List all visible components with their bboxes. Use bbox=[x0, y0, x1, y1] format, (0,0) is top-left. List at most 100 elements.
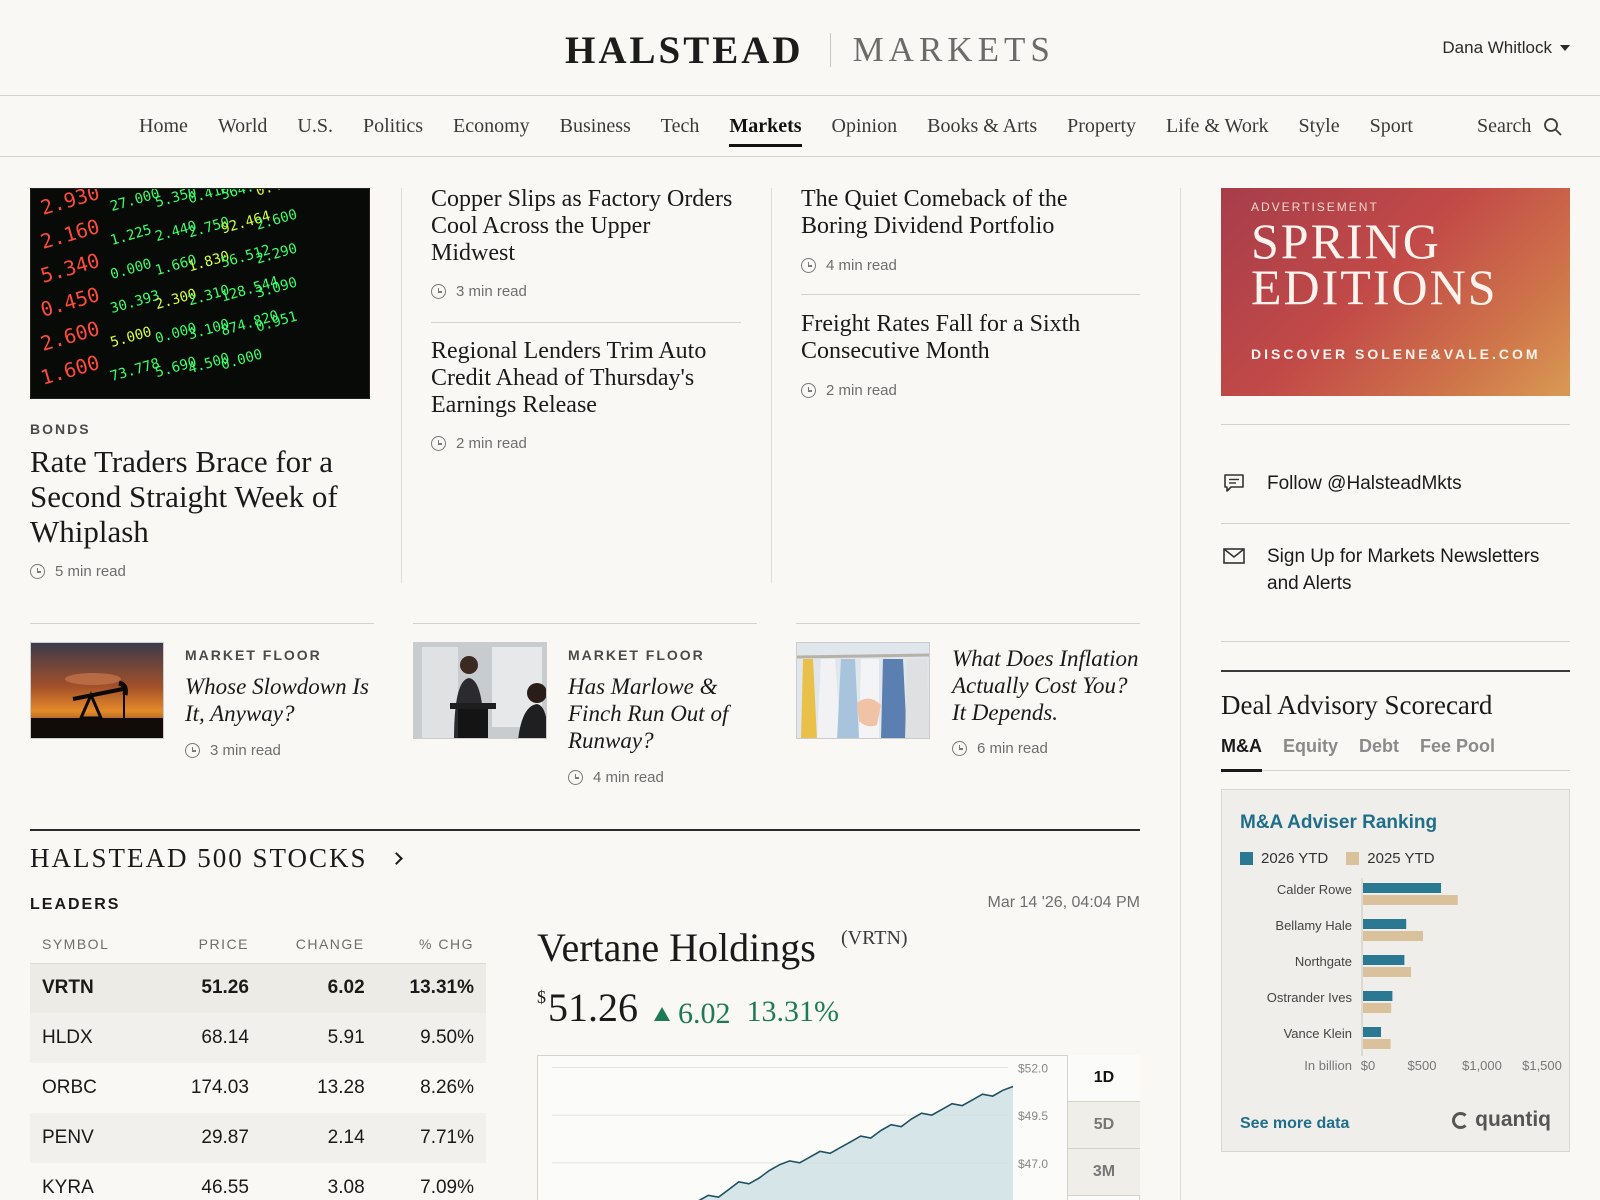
legend-item: 2025 YTD bbox=[1346, 850, 1435, 867]
nav-item-life-work[interactable]: Life & Work bbox=[1166, 96, 1268, 157]
story-read-time: 2 min read bbox=[801, 382, 897, 399]
bar-2025-ytd[interactable] bbox=[1363, 1039, 1391, 1049]
story-headline[interactable]: Freight Rates Fall for a Sixth Consecuti… bbox=[801, 311, 1136, 365]
nav-item-tech[interactable]: Tech bbox=[661, 96, 700, 157]
column-header[interactable]: PRICE bbox=[160, 925, 261, 964]
clock-icon bbox=[431, 284, 446, 299]
bar-2025-ytd[interactable] bbox=[1363, 967, 1411, 977]
tab-debt[interactable]: Debt bbox=[1359, 733, 1399, 771]
nav-item-u-s[interactable]: U.S. bbox=[297, 96, 333, 157]
bar-2026-ytd[interactable] bbox=[1363, 919, 1407, 929]
bar-2025-ytd[interactable] bbox=[1363, 931, 1423, 941]
read-time-label: 5 min read bbox=[55, 563, 126, 580]
bar-2026-ytd[interactable] bbox=[1363, 1027, 1381, 1037]
bar-2026-ytd[interactable] bbox=[1363, 991, 1393, 1001]
sidebar-divider bbox=[1180, 188, 1181, 1200]
nav-item-markets[interactable]: Markets bbox=[729, 96, 802, 157]
x-tick-label: $0 bbox=[1361, 1058, 1375, 1073]
nav-item-world[interactable]: World bbox=[218, 96, 268, 157]
story-headline[interactable]: What Does Inflation Actually Cost You? I… bbox=[952, 645, 1144, 726]
table-row[interactable]: VRTN 51.26 6.02 13.31% bbox=[30, 963, 486, 1013]
range-button-1d[interactable]: 1D bbox=[1068, 1055, 1140, 1102]
legend-item: 2026 YTD bbox=[1240, 850, 1328, 867]
hero-image-ticker-board[interactable]: 2.930 2.160 5.340 0.450 2.600 1.600 27.000 1.22… bbox=[30, 188, 370, 399]
story-thumbnail-podium[interactable] bbox=[413, 642, 547, 739]
nav-item-sport[interactable]: Sport bbox=[1370, 96, 1413, 157]
cell-symbol: ORBC bbox=[42, 1077, 97, 1098]
advertisement-banner[interactable]: ADVERTISEMENT SPRING EDITIONS DISCOVER S… bbox=[1221, 188, 1570, 396]
range-button-5d[interactable]: 5D bbox=[1068, 1102, 1140, 1149]
newsletter-link[interactable]: Sign Up for Markets Newsletters and Aler… bbox=[1221, 543, 1570, 597]
story-thumbnail-clothes-rack[interactable] bbox=[796, 642, 930, 739]
user-menu[interactable]: Dana Whitlock bbox=[1442, 38, 1570, 58]
nav-item-books-arts[interactable]: Books & Arts bbox=[927, 96, 1037, 157]
hero-kicker[interactable]: BONDS bbox=[30, 421, 91, 437]
legend-label: 2026 YTD bbox=[1261, 850, 1329, 867]
envelope-icon bbox=[1223, 548, 1245, 564]
story-headline[interactable]: Regional Lenders Trim Auto Credit Ahead … bbox=[431, 338, 741, 419]
clock-icon bbox=[801, 258, 816, 273]
ad-headline: SPRING EDITIONS bbox=[1251, 216, 1498, 312]
nav-item-home[interactable]: Home bbox=[139, 96, 188, 157]
clock-icon bbox=[801, 383, 816, 398]
chart-legend: 2026 YTD 2025 YTD bbox=[1240, 850, 1435, 867]
table-row[interactable]: ORBC 174.03 13.28 8.26% bbox=[30, 1063, 486, 1113]
tab-fee-pool[interactable]: Fee Pool bbox=[1420, 733, 1495, 771]
story-headline[interactable]: The Quiet Comeback of the Boring Dividen… bbox=[801, 186, 1136, 240]
see-more-data-link[interactable]: See more data bbox=[1240, 1115, 1349, 1133]
leaders-table: SYMBOL PRICE CHANGE % CHG VRTN 51.26 6.02 1… bbox=[30, 925, 486, 1200]
table-header-row: SYMBOL PRICE CHANGE % CHG bbox=[30, 925, 486, 964]
cell-symbol: VRTN bbox=[30, 963, 161, 1013]
nav-item-opinion[interactable]: Opinion bbox=[832, 96, 898, 157]
column-divider bbox=[771, 188, 772, 583]
tab-m-a[interactable]: M&A bbox=[1221, 733, 1262, 772]
table-row[interactable]: PENV 29.87 2.14 7.71% bbox=[30, 1113, 486, 1163]
tab-equity[interactable]: Equity bbox=[1283, 733, 1338, 771]
bar-2026-ytd[interactable] bbox=[1363, 955, 1405, 965]
read-time-label: 2 min read bbox=[456, 435, 527, 452]
quantiq-logo-icon bbox=[1452, 1111, 1470, 1129]
category-label: Vance Klein bbox=[1284, 1026, 1352, 1041]
cell-price: 174.03 bbox=[190, 1077, 249, 1098]
nav-item-business[interactable]: Business bbox=[560, 96, 631, 157]
chevron-right-icon bbox=[389, 852, 403, 865]
bar-2025-ytd[interactable] bbox=[1363, 895, 1458, 905]
story-thumbnail-oil-pump[interactable] bbox=[30, 642, 164, 739]
follow-link[interactable]: Follow @HalsteadMkts bbox=[1221, 470, 1462, 497]
bar-2026-ytd[interactable] bbox=[1363, 883, 1441, 893]
story-kicker[interactable]: MARKET FLOOR bbox=[568, 647, 705, 663]
bar-2025-ytd[interactable] bbox=[1363, 1003, 1392, 1013]
range-button-3m[interactable]: 3M bbox=[1068, 1149, 1140, 1196]
category-label: Northgate bbox=[1295, 954, 1352, 969]
chat-bubble-icon bbox=[1224, 474, 1244, 492]
hero-headline[interactable]: Rate Traders Brace for a Second Straight… bbox=[30, 444, 375, 549]
section-rule bbox=[30, 829, 1140, 831]
cell-pct: 8.26% bbox=[420, 1077, 474, 1098]
price-chart[interactable]: $52.0 $49.5 $47.0 bbox=[537, 1055, 1140, 1200]
column-header[interactable]: CHANGE bbox=[260, 925, 377, 964]
nav-item-style[interactable]: Style bbox=[1298, 96, 1339, 157]
story-kicker[interactable]: MARKET FLOOR bbox=[185, 647, 322, 663]
stocks-section-header[interactable]: HALSTEAD 500 STOCKS bbox=[30, 843, 403, 874]
story-read-time: 2 min read bbox=[431, 435, 527, 452]
row-divider bbox=[413, 623, 757, 624]
cell-pct: 7.71% bbox=[376, 1113, 486, 1163]
table-row[interactable]: KYRA 46.55 3.08 7.09% bbox=[30, 1163, 486, 1200]
nav-item-politics[interactable]: Politics bbox=[363, 96, 423, 157]
nav-item-economy[interactable]: Economy bbox=[453, 96, 530, 157]
sidebar-divider bbox=[1221, 641, 1570, 642]
brand-logo[interactable]: HALSTEAD MARKETS bbox=[565, 28, 1055, 72]
quote-company-name: Vertane Holdings bbox=[537, 925, 816, 970]
story-headline[interactable]: Has Marlowe & Finch Run Out of Runway? bbox=[568, 673, 758, 754]
nav-item-property[interactable]: Property bbox=[1067, 96, 1136, 157]
read-time-label: 3 min read bbox=[456, 283, 527, 300]
story-headline[interactable]: Copper Slips as Factory Orders Cool Acro… bbox=[431, 186, 736, 267]
caret-down-icon bbox=[1560, 45, 1570, 51]
column-header[interactable]: % CHG bbox=[376, 925, 486, 964]
search-button[interactable]: Search bbox=[1477, 96, 1563, 157]
table-row[interactable]: HLDX 68.14 5.91 9.50% bbox=[30, 1013, 486, 1063]
read-time-label: 4 min read bbox=[593, 769, 664, 786]
cell-pct: 13.31% bbox=[376, 963, 486, 1013]
story-headline[interactable]: Whose Slowdown Is It, Anyway? bbox=[185, 673, 375, 727]
column-header[interactable]: SYMBOL bbox=[30, 925, 161, 964]
